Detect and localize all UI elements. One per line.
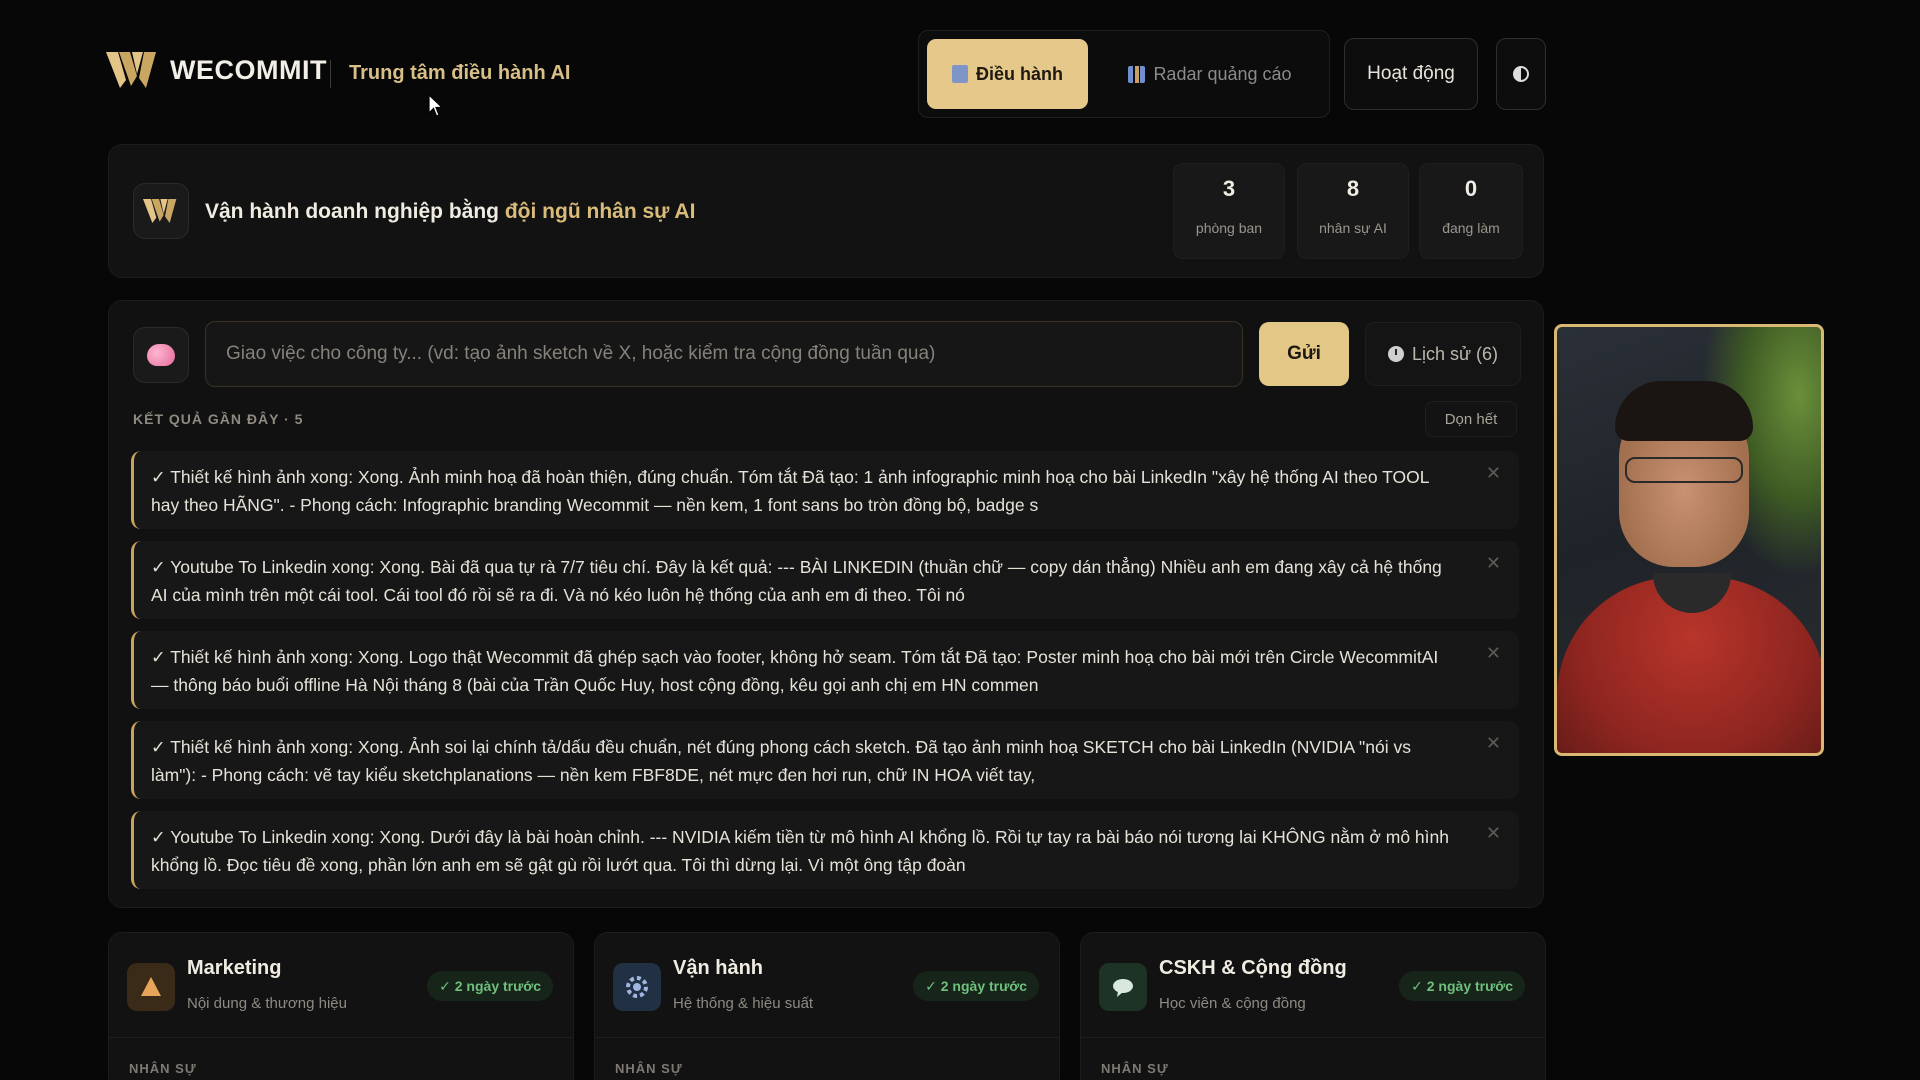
task-input[interactable] <box>205 321 1243 387</box>
divider <box>109 1037 573 1038</box>
page-subtitle: Trung tâm điều hành AI <box>349 62 571 84</box>
dept-section-label: NHÂN SỰ <box>615 1061 683 1076</box>
main-tabs: Điều hành Radar quảng cáo <box>918 30 1330 118</box>
tab-label: Radar quảng cáo <box>1153 63 1292 84</box>
result-item[interactable]: ✓ Thiết kế hình ảnh xong: Xong. Ảnh minh… <box>131 451 1519 529</box>
stat-value: 0 <box>1464 176 1478 201</box>
divider <box>595 1037 1059 1038</box>
close-icon[interactable]: ✕ <box>1486 733 1501 754</box>
history-button[interactable]: Lịch sử (6) <box>1365 322 1521 386</box>
webcam-overlay <box>1554 324 1824 756</box>
status-badge: ✓ 2 ngày trước <box>1399 971 1525 1001</box>
clear-all-button[interactable]: Dọn hết <box>1425 401 1517 437</box>
chart-icon <box>1128 65 1146 83</box>
command-panel: Gửi Lịch sử (6) KẾT QUẢ GẦN ĐÂY · 5 Dọn … <box>108 300 1544 908</box>
hero-title-prefix: Vận hành doanh nghiệp bằng <box>205 200 499 223</box>
dept-name: Marketing <box>187 957 282 979</box>
dept-desc: Nội dung & thương hiệu <box>187 995 347 1012</box>
brain-icon <box>147 344 175 366</box>
status-badge: ✓ 2 ngày trước <box>913 971 1039 1001</box>
mouse-cursor-icon <box>428 94 444 117</box>
gear-icon-svg <box>626 976 648 998</box>
stat-label: nhân sự AI <box>1319 220 1387 236</box>
app-header: WECOMMIT Trung tâm điều hành AI Điều hàn… <box>106 30 1546 118</box>
webcam-person-hair <box>1615 381 1753 441</box>
chat-bubble-icon-svg <box>1113 979 1133 997</box>
wecommit-logo-icon <box>106 52 156 88</box>
activity-button[interactable]: Hoạt động <box>1344 38 1478 110</box>
result-item[interactable]: ✓ Thiết kế hình ảnh xong: Xong. Ảnh soi … <box>131 721 1519 799</box>
close-icon[interactable]: ✕ <box>1486 643 1501 664</box>
hero-title: Vận hành doanh nghiệp bằng đội ngũ nhân … <box>205 200 695 224</box>
close-icon[interactable]: ✕ <box>1486 823 1501 844</box>
dept-card-cskh[interactable]: CSKH & Cộng đồng Học viên & cộng đồng ✓ … <box>1080 932 1546 1080</box>
close-icon[interactable]: ✕ <box>1486 553 1501 574</box>
stat-in-progress: 0 đang làm <box>1419 163 1523 259</box>
tab-label: Điều hành <box>975 63 1063 84</box>
close-icon[interactable]: ✕ <box>1486 463 1501 484</box>
dept-name: CSKH & Cộng đồng <box>1159 957 1347 979</box>
tab-radar-quang-cao[interactable]: Radar quảng cáo <box>1097 39 1323 109</box>
history-label: Lịch sử (6) <box>1411 343 1499 364</box>
tab-dieu-hanh[interactable]: Điều hành <box>927 39 1088 109</box>
theme-toggle-button[interactable] <box>1496 38 1546 110</box>
theme-toggle-icon <box>1513 66 1529 82</box>
logo-text: WECOMMIT <box>170 54 327 85</box>
result-item[interactable]: ✓ Youtube To Linkedin xong: Xong. Dưới đ… <box>131 811 1519 889</box>
dept-desc: Hệ thống & hiệu suất <box>673 995 814 1012</box>
dept-card-van-hanh[interactable]: Vận hành Hệ thống & hiệu suất ✓ 2 ngày t… <box>594 932 1060 1080</box>
dept-card-marketing[interactable]: Marketing Nội dung & thương hiệu ✓ 2 ngà… <box>108 932 574 1080</box>
results-list: ✓ Thiết kế hình ảnh xong: Xong. Ảnh minh… <box>131 451 1519 901</box>
stat-label: phòng ban <box>1195 220 1263 236</box>
logo[interactable]: WECOMMIT <box>106 50 327 90</box>
result-text: ✓ Youtube To Linkedin xong: Xong. Dưới đ… <box>151 827 1449 875</box>
dept-section-label: NHÂN SỰ <box>1101 1061 1169 1076</box>
clock-icon <box>1387 346 1404 362</box>
gear-icon <box>613 963 661 1011</box>
result-item[interactable]: ✓ Youtube To Linkedin xong: Xong. Bài đã… <box>131 541 1519 619</box>
hero-title-accent: đội ngũ nhân sự AI <box>504 200 696 223</box>
stat-value: 3 <box>1222 176 1236 201</box>
header-divider <box>330 60 331 88</box>
result-text: ✓ Thiết kế hình ảnh xong: Xong. Logo thậ… <box>151 647 1439 695</box>
result-item[interactable]: ✓ Thiết kế hình ảnh xong: Xong. Logo thậ… <box>131 631 1519 709</box>
dept-section-label: NHÂN SỰ <box>129 1061 197 1076</box>
document-icon <box>951 65 968 83</box>
wecommit-logo-icon <box>143 199 177 223</box>
stat-label: đang làm <box>1442 220 1500 236</box>
results-heading: KẾT QUẢ GẦN ĐÂY · 5 <box>133 411 304 427</box>
brain-avatar <box>133 327 189 383</box>
divider <box>1081 1037 1545 1038</box>
dept-name: Vận hành <box>673 957 764 979</box>
megaphone-icon <box>127 963 175 1011</box>
stat-value: 8 <box>1346 176 1360 201</box>
hero-card: Vận hành doanh nghiệp bằng đội ngũ nhân … <box>108 144 1544 278</box>
hero-logo <box>133 183 189 239</box>
chat-bubble-icon <box>1099 963 1147 1011</box>
result-text: ✓ Youtube To Linkedin xong: Xong. Bài đã… <box>151 557 1442 605</box>
stat-ai-staff: 8 nhân sự AI <box>1297 163 1409 259</box>
send-button[interactable]: Gửi <box>1259 322 1349 386</box>
dept-desc: Học viên & cộng đồng <box>1159 995 1306 1012</box>
status-badge: ✓ 2 ngày trước <box>427 971 553 1001</box>
megaphone-icon-svg <box>141 977 161 996</box>
result-text: ✓ Thiết kế hình ảnh xong: Xong. Ảnh minh… <box>151 467 1429 515</box>
webcam-person-glasses <box>1625 457 1743 483</box>
result-text: ✓ Thiết kế hình ảnh xong: Xong. Ảnh soi … <box>151 737 1411 785</box>
stat-departments: 3 phòng ban <box>1173 163 1285 259</box>
